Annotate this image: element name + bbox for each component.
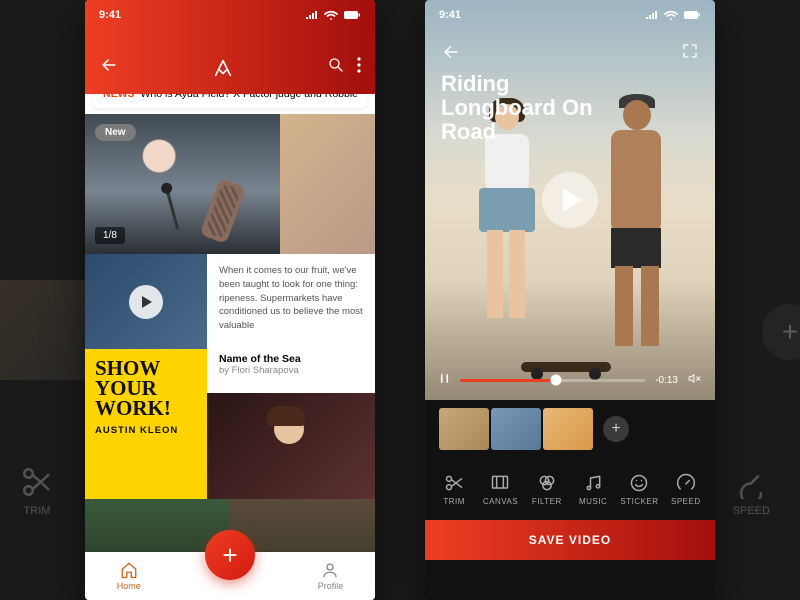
- side-tile[interactable]: [280, 114, 375, 254]
- status-bar: 9:41: [85, 0, 375, 30]
- wifi-icon: [664, 10, 678, 20]
- book-cover-tile[interactable]: SHOW YOUR WORK! AUSTIN KLEON: [85, 349, 207, 499]
- skateboard-illustration: [521, 362, 611, 372]
- create-fab[interactable]: +: [205, 530, 255, 580]
- news-headline: Who is Ayda Field? X Factor judge and Ro…: [141, 94, 358, 100]
- hero-tile[interactable]: New 1/8: [85, 114, 280, 254]
- tool-canvas[interactable]: CANVAS: [480, 473, 520, 506]
- tool-music[interactable]: MUSIC: [573, 473, 613, 506]
- status-time: 9:41: [439, 9, 461, 21]
- nav-home[interactable]: Home: [117, 561, 141, 591]
- signal-icon: [645, 10, 659, 20]
- save-video-button[interactable]: SAVE VIDEO: [425, 520, 715, 560]
- nav-profile[interactable]: Profile: [318, 561, 344, 591]
- status-bar: 9:41: [425, 0, 715, 30]
- concert-tile[interactable]: [207, 393, 375, 499]
- plus-icon: +: [222, 540, 237, 571]
- mute-icon[interactable]: [688, 372, 701, 388]
- video-preview[interactable]: Riding Longboard On Road -0:13: [425, 0, 715, 400]
- time-remaining: -0:13: [655, 375, 678, 386]
- pause-icon[interactable]: [439, 373, 450, 387]
- battery-icon: [343, 10, 361, 20]
- add-clip-button[interactable]: +: [603, 416, 629, 442]
- more-icon[interactable]: [357, 57, 361, 78]
- new-badge: New: [95, 124, 136, 141]
- wifi-icon: [324, 10, 338, 20]
- gallery-counter: 1/8: [95, 227, 125, 244]
- battery-icon: [683, 10, 701, 20]
- clip-thumbnail[interactable]: [543, 408, 593, 450]
- back-icon[interactable]: [99, 55, 119, 80]
- plus-icon: +: [611, 420, 620, 438]
- video-tile[interactable]: [85, 254, 207, 349]
- seek-slider[interactable]: [460, 379, 645, 382]
- book-info[interactable]: Name of the Sea by Flori Sharapova: [207, 349, 375, 393]
- editor-screen: 9:41 Riding Longboard On Road: [425, 0, 715, 600]
- feed-screen: 9:41 NEWSWho is Ayda Field? X Factor ju: [85, 0, 375, 600]
- fullscreen-icon[interactable]: [681, 42, 699, 65]
- news-tag: NEWS: [103, 94, 135, 100]
- tool-row: TRIM CANVAS FILTER MUSIC STICKER SPEED: [425, 458, 715, 520]
- tool-filter[interactable]: FILTER: [527, 473, 567, 506]
- signal-icon: [305, 10, 319, 20]
- tool-speed[interactable]: SPEED: [666, 473, 706, 506]
- play-icon: [563, 188, 581, 212]
- search-icon[interactable]: [327, 56, 345, 79]
- news-ticker[interactable]: NEWS Who is Ayda Field? X Factor judge an…: [93, 94, 367, 108]
- clip-row: +: [425, 400, 715, 458]
- clip-thumbnail[interactable]: [439, 408, 489, 450]
- article-excerpt[interactable]: When it comes to our fruit, we've been t…: [207, 254, 375, 349]
- play-icon: [129, 285, 163, 319]
- video-title: Riding Longboard On Road: [441, 72, 621, 145]
- tool-sticker[interactable]: STICKER: [619, 473, 659, 506]
- play-button[interactable]: [542, 172, 598, 228]
- app-logo-icon: [211, 56, 235, 80]
- status-time: 9:41: [99, 9, 121, 21]
- clip-thumbnail[interactable]: [491, 408, 541, 450]
- tool-trim[interactable]: TRIM: [434, 473, 474, 506]
- back-icon[interactable]: [441, 42, 461, 67]
